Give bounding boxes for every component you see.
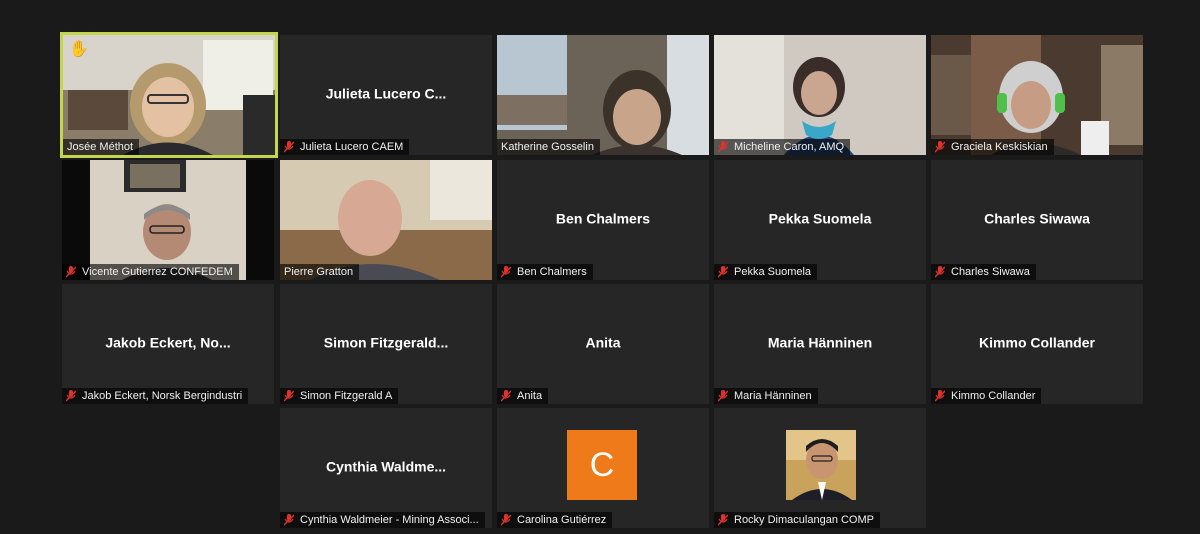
microphone-muted-icon — [501, 266, 511, 278]
participant-name: Vicente Gutierrez CONFEDEM — [82, 266, 233, 278]
participant-name-label: Graciela Keskiskian — [931, 139, 1054, 155]
participant-name-label: Cynthia Waldmeier - Mining Associ... — [280, 512, 485, 528]
video-tile-rocky-dimaculangan[interactable]: Rocky Dimaculangan COMP — [714, 408, 926, 528]
participant-name: Julieta Lucero CAEM — [300, 141, 404, 153]
participant-display-name: Maria Hänninen — [767, 334, 873, 351]
participant-video — [62, 160, 274, 280]
participant-video — [931, 35, 1143, 155]
participant-name-label: Rocky Dimaculangan COMP — [714, 512, 880, 528]
microphone-muted-icon — [284, 514, 294, 526]
participant-name: Jakob Eckert, Norsk Bergindustri — [82, 390, 243, 402]
participant-name-label: Julieta Lucero CAEM — [280, 139, 410, 155]
participant-name: Micheline Caron, AMQ — [734, 141, 845, 153]
participant-name-label: Vicente Gutierrez CONFEDEM — [62, 264, 239, 280]
participant-name-label: Charles Siwawa — [931, 264, 1036, 280]
video-tile-julieta-lucero[interactable]: Julieta Lucero C... Julieta Lucero CAEM — [280, 35, 492, 155]
participant-name: Cynthia Waldmeier - Mining Associ... — [300, 514, 479, 526]
participant-name: Katherine Gosselin — [501, 141, 594, 153]
microphone-muted-icon — [66, 390, 76, 402]
participant-name-label: Anita — [497, 388, 549, 404]
video-tile-graciela-keskiskian[interactable]: Graciela Keskiskian — [931, 35, 1143, 155]
participant-display-name: Charles Siwawa — [984, 210, 1090, 227]
video-tile-vicente-gutierrez[interactable]: Vicente Gutierrez CONFEDEM — [62, 160, 274, 280]
participant-name-label: Micheline Caron, AMQ — [714, 139, 851, 155]
participant-video — [714, 35, 926, 155]
participant-name: Anita — [517, 390, 543, 402]
video-tile-jakob-eckert[interactable]: Jakob Eckert, No... Jakob Eckert, Norsk … — [62, 284, 274, 404]
avatar: C — [567, 430, 637, 500]
participant-name-label: Maria Hänninen — [714, 388, 818, 404]
participant-name-label: Ben Chalmers — [497, 264, 593, 280]
video-tile-josee-methot[interactable]: ✋ Josée Méthot — [60, 32, 278, 158]
microphone-muted-icon — [66, 266, 76, 278]
participant-name: Kimmo Collander — [951, 390, 1036, 402]
participant-name-label: Katherine Gosselin — [497, 139, 600, 155]
avatar — [786, 430, 856, 500]
video-tile-cynthia-waldmeier[interactable]: Cynthia Waldme... Cynthia Waldmeier - Mi… — [280, 408, 492, 528]
participant-display-name: Simon Fitzgerald... — [323, 334, 449, 351]
microphone-muted-icon — [718, 390, 728, 402]
participant-name: Simon Fitzgerald A — [300, 390, 393, 402]
microphone-muted-icon — [501, 514, 511, 526]
participant-name-label: Josée Méthot — [63, 139, 140, 155]
participant-name-label: Jakob Eckert, Norsk Bergindustri — [62, 388, 249, 404]
participant-name: Maria Hänninen — [734, 390, 812, 402]
participant-name: Rocky Dimaculangan COMP — [734, 514, 874, 526]
microphone-muted-icon — [501, 390, 511, 402]
participant-name: Pekka Suomela — [734, 266, 812, 278]
microphone-muted-icon — [284, 390, 294, 402]
participant-display-name: Cynthia Waldme... — [325, 458, 447, 475]
participant-video — [280, 160, 492, 280]
video-tile-simon-fitzgerald[interactable]: Simon Fitzgerald... Simon Fitzgerald A — [280, 284, 492, 404]
participant-display-name: Pekka Suomela — [768, 210, 872, 227]
video-tile-ben-chalmers[interactable]: Ben Chalmers Ben Chalmers — [497, 160, 709, 280]
video-tile-carolina-gutierrez[interactable]: C Carolina Gutiérrez — [497, 408, 709, 528]
participant-display-name: Jakob Eckert, No... — [105, 334, 231, 351]
microphone-muted-icon — [718, 141, 728, 153]
participant-name-label: Pierre Gratton — [280, 264, 360, 280]
video-tile-pekka-suomela[interactable]: Pekka Suomela Pekka Suomela — [714, 160, 926, 280]
video-tile-micheline-caron[interactable]: Micheline Caron, AMQ — [714, 35, 926, 155]
participant-display-name: Anita — [585, 334, 621, 351]
participant-display-name: Kimmo Collander — [979, 334, 1095, 351]
participant-name: Carolina Gutiérrez — [517, 514, 607, 526]
participant-video — [497, 35, 709, 155]
raised-hand-icon: ✋ — [69, 41, 89, 58]
participant-name: Ben Chalmers — [517, 266, 587, 278]
participant-video — [63, 35, 275, 155]
video-tile-katherine-gosselin[interactable]: Katherine Gosselin — [497, 35, 709, 155]
microphone-muted-icon — [935, 141, 945, 153]
participant-name: Pierre Gratton — [284, 266, 354, 278]
participant-name: Josée Méthot — [67, 141, 134, 153]
participant-name-label: Simon Fitzgerald A — [280, 388, 399, 404]
microphone-muted-icon — [935, 266, 945, 278]
video-tile-charles-siwawa[interactable]: Charles Siwawa Charles Siwawa — [931, 160, 1143, 280]
participant-display-name: Julieta Lucero C... — [325, 85, 447, 102]
video-tile-anita[interactable]: Anita Anita — [497, 284, 709, 404]
microphone-muted-icon — [284, 141, 294, 153]
participant-name-label: Carolina Gutiérrez — [497, 512, 613, 528]
video-tile-maria-hanninen[interactable]: Maria Hänninen Maria Hänninen — [714, 284, 926, 404]
participant-display-name: Ben Chalmers — [555, 210, 651, 227]
microphone-muted-icon — [935, 390, 945, 402]
participant-name-label: Kimmo Collander — [931, 388, 1042, 404]
microphone-muted-icon — [718, 514, 728, 526]
video-tile-pierre-gratton[interactable]: Pierre Gratton — [280, 160, 492, 280]
participant-name-label: Pekka Suomela — [714, 264, 818, 280]
participant-name: Charles Siwawa — [951, 266, 1030, 278]
participant-name: Graciela Keskiskian — [951, 141, 1048, 153]
microphone-muted-icon — [718, 266, 728, 278]
video-tile-kimmo-collander[interactable]: Kimmo Collander Kimmo Collander — [931, 284, 1143, 404]
